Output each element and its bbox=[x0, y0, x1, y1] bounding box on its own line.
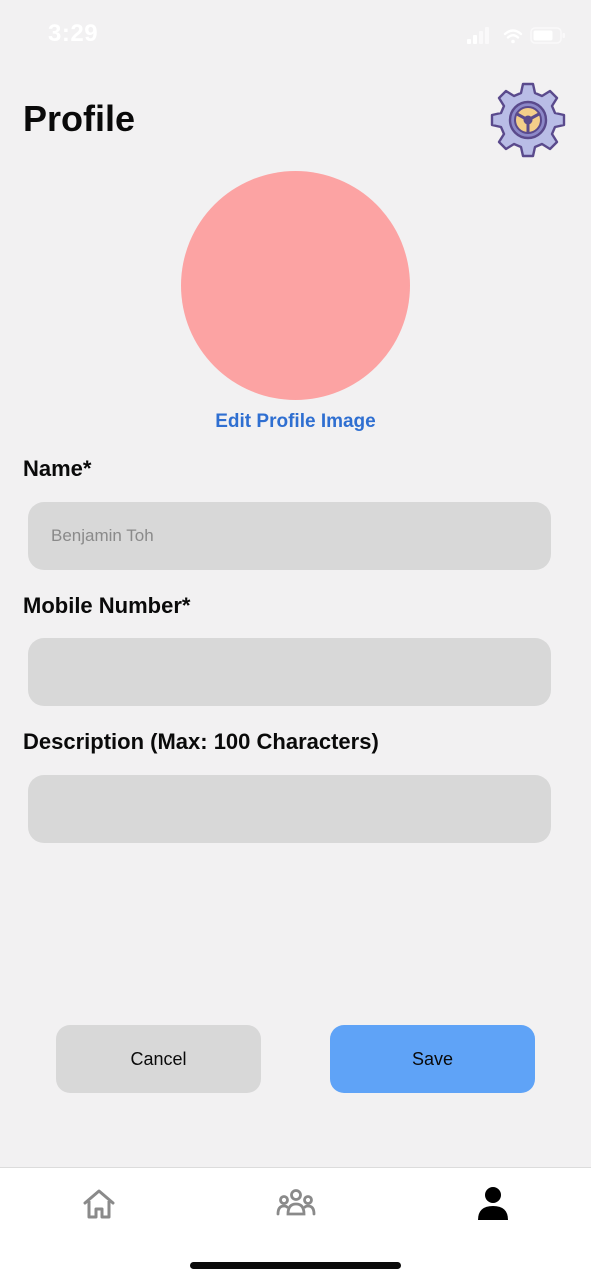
avatar bbox=[181, 171, 410, 400]
edit-profile-image-link[interactable]: Edit Profile Image bbox=[0, 411, 591, 433]
status-icons bbox=[467, 27, 565, 44]
page-title: Profile bbox=[23, 98, 136, 139]
wifi-icon bbox=[503, 29, 523, 44]
cancel-button[interactable]: Cancel bbox=[56, 1025, 261, 1093]
tab-bar bbox=[0, 1167, 591, 1280]
description-input[interactable] bbox=[28, 775, 551, 843]
description-label: Description (Max: 100 Characters) bbox=[23, 729, 379, 754]
tab-profile[interactable] bbox=[473, 1186, 513, 1222]
groups-icon bbox=[276, 1189, 316, 1216]
name-input[interactable] bbox=[28, 502, 551, 570]
home-icon bbox=[83, 1189, 115, 1219]
tab-home[interactable] bbox=[79, 1186, 119, 1222]
name-label: Name* bbox=[23, 456, 92, 481]
mobile-number-input[interactable] bbox=[28, 638, 551, 706]
gear-steering-wheel-icon bbox=[490, 82, 566, 158]
home-indicator bbox=[190, 1262, 401, 1269]
status-bar: 3:29 bbox=[0, 0, 591, 70]
signal-icon bbox=[467, 27, 489, 44]
settings-button[interactable] bbox=[488, 81, 568, 159]
person-icon bbox=[478, 1187, 508, 1220]
tab-groups[interactable] bbox=[276, 1186, 316, 1222]
mobile-number-label: Mobile Number* bbox=[23, 593, 191, 618]
status-time: 3:29 bbox=[48, 20, 99, 47]
battery-icon bbox=[530, 27, 565, 44]
save-button[interactable]: Save bbox=[330, 1025, 535, 1093]
